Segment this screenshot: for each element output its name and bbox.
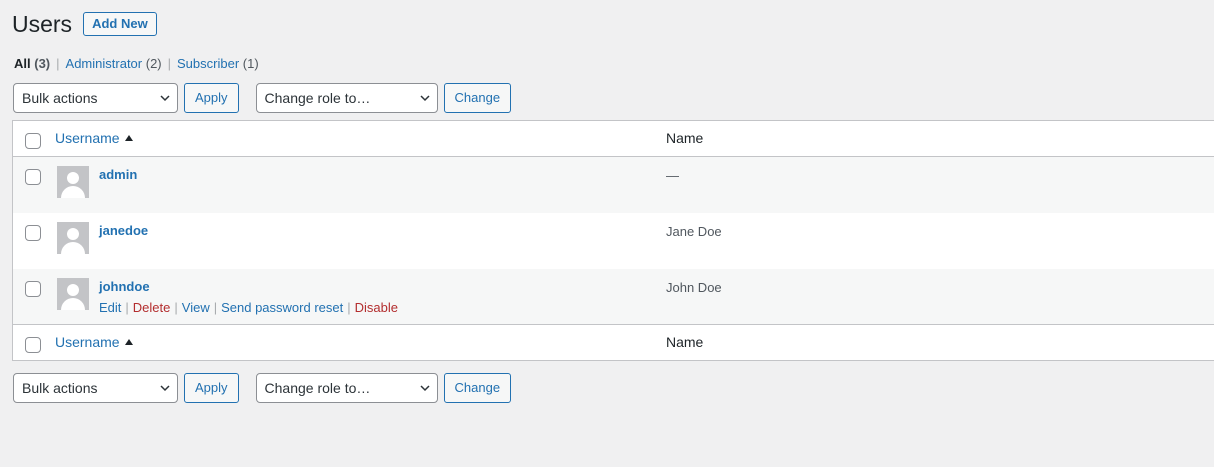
views-separator: | <box>56 56 60 71</box>
views-separator: | <box>167 56 172 71</box>
change-role-button-bottom[interactable]: Change <box>443 373 512 403</box>
change-role-button[interactable]: Change <box>443 83 512 113</box>
view-subscriber[interactable]: Subscriber <box>177 56 239 71</box>
tablenav-top: Bulk actions Apply Change role to… Chang… <box>13 83 512 113</box>
username-link[interactable]: admin <box>99 167 137 182</box>
change-role-select[interactable]: Change role to… <box>255 83 438 113</box>
table-footer: Username Name <box>13 324 1214 360</box>
view-administrator[interactable]: Administrator <box>66 56 143 71</box>
default-avatar-icon <box>57 166 89 198</box>
page-header: Users Add New <box>12 9 157 39</box>
user-name: Jane Doe <box>666 224 722 239</box>
administrator-count: (2) <box>145 56 162 71</box>
username-link[interactable]: janedoe <box>99 223 148 238</box>
chevron-down-icon <box>160 385 170 392</box>
send-password-reset-link[interactable]: Send password reset <box>221 300 343 315</box>
select-all-checkbox-footer[interactable] <box>25 337 41 353</box>
table-row: admin — <box>13 157 1214 213</box>
row-checkbox[interactable] <box>25 225 41 241</box>
view-link[interactable]: View <box>182 300 210 315</box>
table-header: Username Name <box>13 121 1214 157</box>
select-all-checkbox[interactable] <box>25 133 41 149</box>
default-avatar-icon <box>57 278 89 310</box>
edit-link[interactable]: Edit <box>99 300 121 315</box>
bulk-actions-select[interactable]: Bulk actions <box>13 83 178 113</box>
username-column-header[interactable]: Username <box>55 130 133 146</box>
sort-ascending-icon <box>124 339 133 345</box>
name-column-header: Name <box>666 130 704 146</box>
apply-button-bottom[interactable]: Apply <box>184 373 239 403</box>
name-column-footer: Name <box>666 334 704 350</box>
bulk-actions-select-bottom[interactable]: Bulk actions <box>13 373 178 403</box>
role-filter-views: All (3) | Administrator (2) | Subscriber (1) <box>14 57 259 71</box>
user-name: John Doe <box>666 280 722 295</box>
row-actions: Edit | Delete | View | Send password reset | Dis… <box>99 300 398 315</box>
change-role-select-bottom[interactable]: Change role to… <box>255 373 438 403</box>
tablenav-bottom: Bulk actions Apply Change role to… Chang… <box>13 373 512 403</box>
username-column-footer[interactable]: Username <box>55 334 133 350</box>
row-checkbox[interactable] <box>25 281 41 297</box>
page-title: Users <box>12 11 73 37</box>
view-all[interactable]: All (3) <box>14 56 50 71</box>
users-table: Username Name admin — janedoe Jane Doe j… <box>12 120 1214 361</box>
sort-ascending-icon <box>124 135 133 141</box>
username-link[interactable]: johndoe <box>99 279 150 294</box>
apply-button[interactable]: Apply <box>184 83 239 113</box>
chevron-down-icon <box>420 95 430 102</box>
table-row: janedoe Jane Doe <box>13 213 1214 269</box>
chevron-down-icon <box>420 385 430 392</box>
row-checkbox[interactable] <box>25 169 41 185</box>
chevron-down-icon <box>160 95 170 102</box>
table-row: johndoe John Doe Edit | Delete | View | Send p… <box>13 269 1214 325</box>
default-avatar-icon <box>57 222 89 254</box>
user-name: — <box>666 168 679 183</box>
delete-link[interactable]: Delete <box>133 300 171 315</box>
disable-link[interactable]: Disable <box>355 300 398 315</box>
subscriber-count: (1) <box>242 56 259 71</box>
add-new-button[interactable]: Add New <box>83 12 157 36</box>
